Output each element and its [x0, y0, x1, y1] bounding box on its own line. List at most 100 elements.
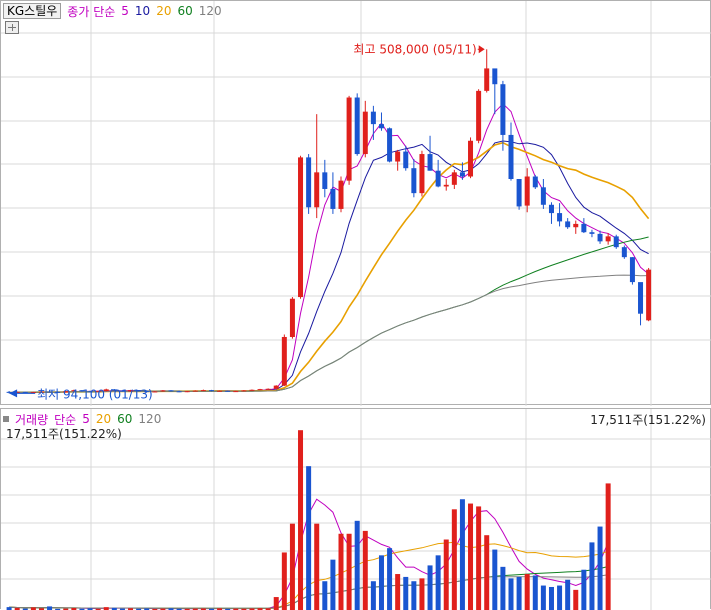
candle-body: [395, 151, 401, 162]
candle-body: [354, 97, 360, 155]
ma-period-10: 10: [134, 4, 151, 18]
candle-body: [443, 184, 449, 187]
volume-bar: [298, 430, 304, 610]
volume-current-value-right: 17,511주(151.22%): [590, 413, 706, 427]
candle-body: [338, 180, 344, 209]
candle-body: [208, 390, 214, 392]
candle-body: [476, 90, 482, 141]
volume-bar: [330, 559, 336, 610]
candle-body: [500, 84, 506, 135]
volume-bar: [435, 555, 441, 610]
candle-body: [217, 390, 223, 392]
price-chart[interactable]: 최고 508,000 (05/11) 최저 94,100 (01/13): [1, 1, 711, 406]
volume-bar: [565, 579, 571, 610]
candle-body: [241, 390, 247, 392]
volume-bar: [605, 483, 611, 610]
candle-body: [435, 170, 441, 187]
volume-bar: [573, 589, 579, 610]
candle-body: [508, 134, 514, 179]
candle-body: [152, 391, 158, 393]
volume-bar: [354, 520, 360, 610]
candle-body: [362, 111, 368, 155]
candle-body: [160, 390, 166, 392]
ma-period-20: 20: [156, 4, 172, 18]
volume-chart-panel[interactable]: 거래량 단순 5 20 60 120 17,511주(151.22%) 17,5…: [0, 408, 711, 610]
candle-body: [557, 213, 563, 222]
candle-body: [427, 154, 433, 171]
candle-body: [346, 97, 352, 181]
grid-toggle-icon[interactable]: [5, 21, 19, 34]
candle-body: [451, 172, 457, 185]
candle-body: [403, 151, 409, 169]
candle-body: [281, 336, 287, 386]
candle-body: [492, 68, 498, 85]
volume-bar: [484, 535, 490, 610]
price-legend: KG스틸우 종가 단순 5 10 20 60 120: [3, 3, 222, 19]
candle-body: [289, 298, 295, 337]
volume-bar: [322, 581, 328, 610]
candle-body: [411, 168, 417, 194]
volume-bar: [548, 586, 554, 610]
high-price-arrow: [478, 45, 485, 54]
volume-bar: [508, 578, 514, 610]
candle-body: [581, 223, 587, 233]
candle-body: [184, 391, 190, 393]
stock-name-box[interactable]: KG스틸우: [3, 3, 62, 19]
candle-body: [314, 172, 320, 208]
candle-body: [225, 390, 231, 392]
ma-label: 종가 단순: [67, 4, 116, 19]
ma-line-5: [9, 103, 649, 394]
candle-body: [646, 269, 652, 321]
candle-body: [532, 176, 538, 188]
candle-body: [176, 391, 182, 393]
volume-bar: [557, 585, 563, 610]
candle-body: [273, 385, 279, 389]
volume-ma-period-60: 60: [117, 412, 133, 426]
volume-bar: [47, 606, 53, 610]
candle-body: [306, 157, 312, 208]
ma-line-20: [9, 141, 650, 394]
volume-bar: [581, 569, 587, 610]
candle-body: [298, 157, 304, 298]
volume-bar: [597, 526, 603, 610]
ma-line-120: [9, 274, 649, 394]
candle-body: [468, 140, 474, 177]
candle-body: [621, 247, 627, 258]
volume-bar: [476, 506, 482, 610]
volume-bar: [338, 533, 344, 610]
candle-body: [565, 221, 571, 228]
volume-bar: [443, 539, 449, 610]
volume-bar: [419, 578, 425, 610]
candle-body: [524, 176, 530, 206]
candle-body: [265, 388, 271, 390]
candle-body: [589, 232, 595, 234]
price-chart-panel[interactable]: 최고 508,000 (05/11) 최저 94,100 (01/13) KG스틸…: [0, 0, 711, 406]
volume-bar: [362, 530, 368, 610]
volume-bar: [281, 552, 287, 610]
ma-line-60: [9, 236, 649, 394]
candle-body: [322, 172, 328, 189]
candle-body: [629, 257, 635, 283]
candle-body: [597, 233, 603, 242]
volume-bar: [370, 581, 376, 610]
volume-bar: [306, 466, 312, 610]
volume-bar: [403, 576, 409, 610]
candle-body: [638, 282, 644, 314]
candle-body: [30, 392, 36, 394]
candle-body: [370, 111, 376, 125]
ma-line-10: [9, 140, 649, 394]
volume-bar: [451, 509, 457, 610]
volume-bar: [589, 542, 595, 610]
volume-bar: [289, 523, 295, 610]
volume-bar: [395, 574, 401, 610]
volume-bar: [314, 523, 320, 610]
volume-bar: [427, 565, 433, 610]
volume-bar: [532, 575, 538, 610]
candle-body: [484, 68, 490, 91]
volume-bar: [459, 499, 465, 610]
candle-body: [200, 390, 206, 392]
candle-body: [548, 204, 554, 214]
ma-period-60: 60: [177, 4, 193, 18]
candle-body: [605, 236, 611, 242]
volume-bar: [411, 581, 417, 610]
